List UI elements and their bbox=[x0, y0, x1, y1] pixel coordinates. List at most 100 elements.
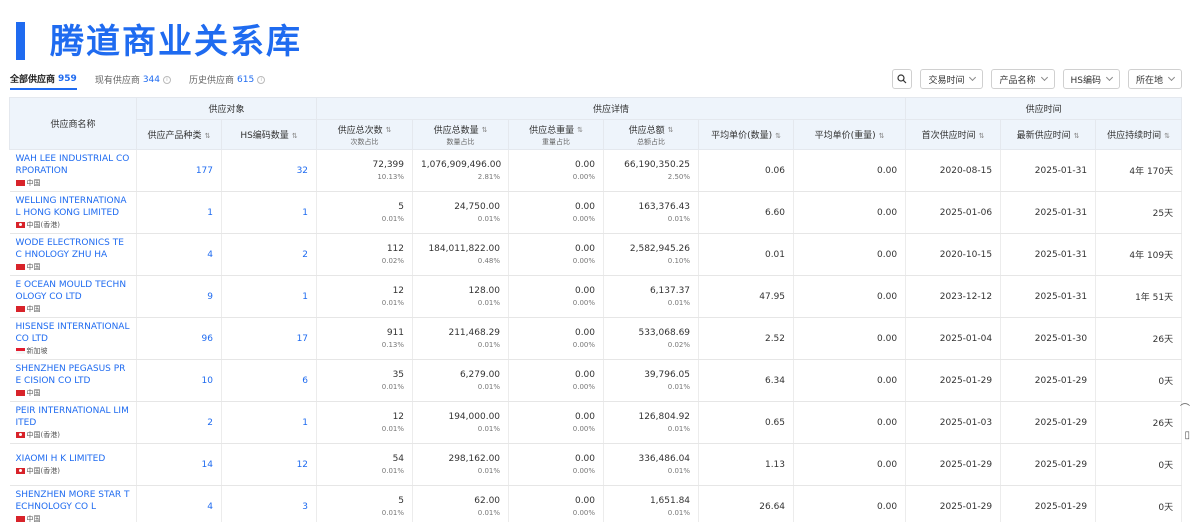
filter-location[interactable]: 所在地 bbox=[1127, 69, 1182, 89]
sort-icon[interactable]: ⇅ bbox=[482, 126, 488, 134]
cell-avg-price-weight: 0.00 bbox=[793, 233, 907, 276]
col-total-weight[interactable]: 供应总重量 ⇅ 重量占比 bbox=[508, 119, 605, 150]
sort-icon[interactable]: ⇅ bbox=[386, 126, 392, 134]
value: 1,076,909,496.00 bbox=[421, 160, 502, 170]
cell-hs-count[interactable]: 1 bbox=[221, 191, 318, 234]
cell-product-types[interactable]: 9 bbox=[136, 275, 222, 318]
cell-product-types[interactable]: 96 bbox=[136, 317, 222, 360]
cell-product-types[interactable]: 2 bbox=[136, 401, 222, 444]
table-row[interactable]: PEIR INTERNATIONAL LIM ITED 中国(香港) 2 1 12 0.0… bbox=[9, 401, 1183, 444]
percent: 0.01% bbox=[667, 383, 691, 391]
tab-all-suppliers[interactable]: 全部供应商 959 bbox=[10, 72, 77, 90]
cell-hs-count[interactable]: 17 bbox=[221, 317, 318, 360]
tab-history-suppliers[interactable]: 历史供应商 615 i bbox=[189, 73, 266, 89]
cell-avg-price-qty: 47.95 bbox=[698, 275, 795, 318]
col-product-types[interactable]: 供应产品种类 ⇅ bbox=[136, 119, 222, 150]
tab-count: 615 bbox=[237, 74, 255, 85]
flag-icon bbox=[15, 264, 25, 270]
percent: 0.01% bbox=[667, 467, 691, 475]
col-total-qty[interactable]: 供应总数量 ⇅ 数量占比 bbox=[412, 119, 510, 150]
supplier-name-link[interactable]: SHENZHEN PEGASUS PRE CISION CO LTD bbox=[16, 363, 131, 387]
cell-hs-count[interactable]: 1 bbox=[221, 275, 318, 318]
table-row[interactable]: E OCEAN MOULD TECHN OLOGY CO LTD 中国 9 1 12 0.… bbox=[9, 275, 1183, 318]
percent: 0.01% bbox=[667, 509, 691, 517]
sort-icon[interactable]: ⇅ bbox=[775, 132, 781, 140]
cell-total-qty: 24,750.00 0.01% bbox=[412, 191, 510, 234]
cell-total-weight: 0.00 0.00% bbox=[508, 149, 605, 192]
cell-hs-count[interactable]: 1 bbox=[221, 401, 318, 444]
col-latest-time[interactable]: 最新供应时间 ⇅ bbox=[1000, 119, 1097, 150]
side-tool-icon[interactable]: ⌒ bbox=[1180, 400, 1190, 415]
col-label: 最新供应时间 bbox=[1016, 131, 1071, 141]
info-icon[interactable]: i bbox=[257, 75, 266, 84]
table-row[interactable]: WODE ELECTRONICS TEC HNOLOGY ZHU HA 中国 4 2 1… bbox=[9, 233, 1183, 276]
cell-product-types[interactable]: 1 bbox=[136, 191, 222, 234]
cell-product-types[interactable]: 177 bbox=[136, 149, 222, 192]
sort-icon[interactable]: ⇅ bbox=[668, 126, 674, 134]
value: 39,796.05 bbox=[644, 370, 691, 380]
cell-hs-count[interactable]: 3 bbox=[221, 485, 318, 522]
cell-product-types[interactable]: 4 bbox=[136, 233, 222, 276]
supplier-name-link[interactable]: SHENZHEN MORE STAR T ECHNOLOGY CO L bbox=[16, 489, 131, 513]
col-avg-price-qty[interactable]: 平均单价(数量) ⇅ bbox=[698, 119, 795, 150]
value: 112 bbox=[386, 244, 405, 254]
supplier-name-link[interactable]: WELLING INTERNATIONA L HONG KONG LIMITED bbox=[16, 195, 131, 219]
col-total-amount[interactable]: 供应总额 ⇅ 总额占比 bbox=[603, 119, 700, 150]
filter-product-name[interactable]: 产品名称 bbox=[991, 69, 1055, 89]
supplier-name-link[interactable]: HISENSE INTERNATIONAL CO LTD bbox=[16, 321, 131, 345]
sort-icon[interactable]: ⇅ bbox=[205, 132, 211, 140]
table-row[interactable]: XIAOMI H K LIMITED 中国(香港) 14 12 54 0.01% 298,1… bbox=[9, 443, 1183, 486]
search-button[interactable] bbox=[892, 69, 913, 89]
cell-product-types[interactable]: 4 bbox=[136, 485, 222, 522]
supplier-name-link[interactable]: WAH LEE INDUSTRIAL CO RPORATION bbox=[16, 153, 131, 177]
country: 中国 bbox=[15, 304, 131, 314]
supplier-name-link[interactable]: WODE ELECTRONICS TEC HNOLOGY ZHU HA bbox=[16, 237, 131, 261]
table-row[interactable]: WAH LEE INDUSTRIAL CO RPORATION 中国 177 32 72… bbox=[9, 149, 1183, 192]
cell-avg-price-weight: 0.00 bbox=[793, 359, 907, 402]
sort-icon[interactable]: ⇅ bbox=[979, 132, 985, 140]
col-hs-count[interactable]: HS编码数量 ⇅ bbox=[220, 119, 318, 150]
sort-icon[interactable]: ⇅ bbox=[292, 132, 298, 140]
sort-icon[interactable]: ⇅ bbox=[577, 126, 583, 134]
cell-hs-count[interactable]: 12 bbox=[221, 443, 318, 486]
table-row[interactable]: SHENZHEN MORE STAR T ECHNOLOGY CO L 中国 4 3 5… bbox=[9, 485, 1183, 522]
col-label: 平均单价(数量) bbox=[711, 131, 773, 141]
cell-total-weight: 0.00 0.00% bbox=[508, 275, 605, 318]
cell-first-time: 2020-10-15 bbox=[905, 233, 1002, 276]
flag-icon bbox=[15, 180, 25, 186]
col-first-time[interactable]: 首次供应时间 ⇅ bbox=[905, 119, 1002, 150]
sort-icon[interactable]: ⇅ bbox=[1074, 132, 1080, 140]
table-row[interactable]: SHENZHEN PEGASUS PRE CISION CO LTD 中国 10 6 3… bbox=[9, 359, 1183, 402]
tab-current-suppliers[interactable]: 现有供应商 344 i bbox=[95, 73, 172, 89]
cell-hs-count[interactable]: 2 bbox=[221, 233, 318, 276]
cell-product-types[interactable]: 14 bbox=[136, 443, 222, 486]
col-total-times[interactable]: 供应总次数 ⇅ 次数占比 bbox=[316, 119, 414, 150]
percent: 0.00% bbox=[572, 215, 596, 223]
cell-total-amount: 336,486.04 0.01% bbox=[603, 443, 700, 486]
col-label: 供应总额 bbox=[628, 125, 665, 136]
filter-hs-code[interactable]: HS编码 bbox=[1062, 69, 1120, 89]
sort-icon[interactable]: ⇅ bbox=[879, 132, 885, 140]
percent: 0.01% bbox=[477, 383, 501, 391]
value: 72,399 bbox=[372, 160, 405, 170]
sort-icon[interactable]: ⇅ bbox=[1164, 132, 1170, 140]
side-tool-icon[interactable]: ▯ bbox=[1184, 430, 1190, 441]
cell-total-qty: 1,076,909,496.00 2.81% bbox=[412, 149, 510, 192]
cell-total-qty: 184,011,822.00 0.48% bbox=[412, 233, 510, 276]
supplier-name-link[interactable]: PEIR INTERNATIONAL LIM ITED bbox=[16, 405, 131, 429]
supplier-name-link[interactable]: XIAOMI H K LIMITED bbox=[16, 453, 131, 465]
cell-product-types[interactable]: 10 bbox=[136, 359, 222, 402]
filter-trade-time[interactable]: 交易时间 bbox=[920, 69, 984, 89]
table-row[interactable]: HISENSE INTERNATIONAL CO LTD 新加坡 96 17 911 0.… bbox=[9, 317, 1183, 360]
cell-total-times: 12 0.01% bbox=[316, 401, 414, 444]
col-label: 平均单价(重量) bbox=[814, 131, 876, 141]
info-icon[interactable]: i bbox=[163, 75, 172, 84]
col-avg-price-weight[interactable]: 平均单价(重量) ⇅ bbox=[793, 119, 907, 150]
table-row[interactable]: WELLING INTERNATIONA L HONG KONG LIMITED… bbox=[9, 191, 1183, 234]
chevron-down-icon bbox=[1167, 73, 1176, 82]
cell-hs-count[interactable]: 6 bbox=[221, 359, 318, 402]
cell-hs-count[interactable]: 32 bbox=[221, 149, 318, 192]
supplier-name-link[interactable]: E OCEAN MOULD TECHN OLOGY CO LTD bbox=[16, 279, 131, 303]
col-duration[interactable]: 供应持续时间 ⇅ bbox=[1095, 119, 1183, 150]
col-label: 供应产品种类 bbox=[147, 131, 202, 141]
